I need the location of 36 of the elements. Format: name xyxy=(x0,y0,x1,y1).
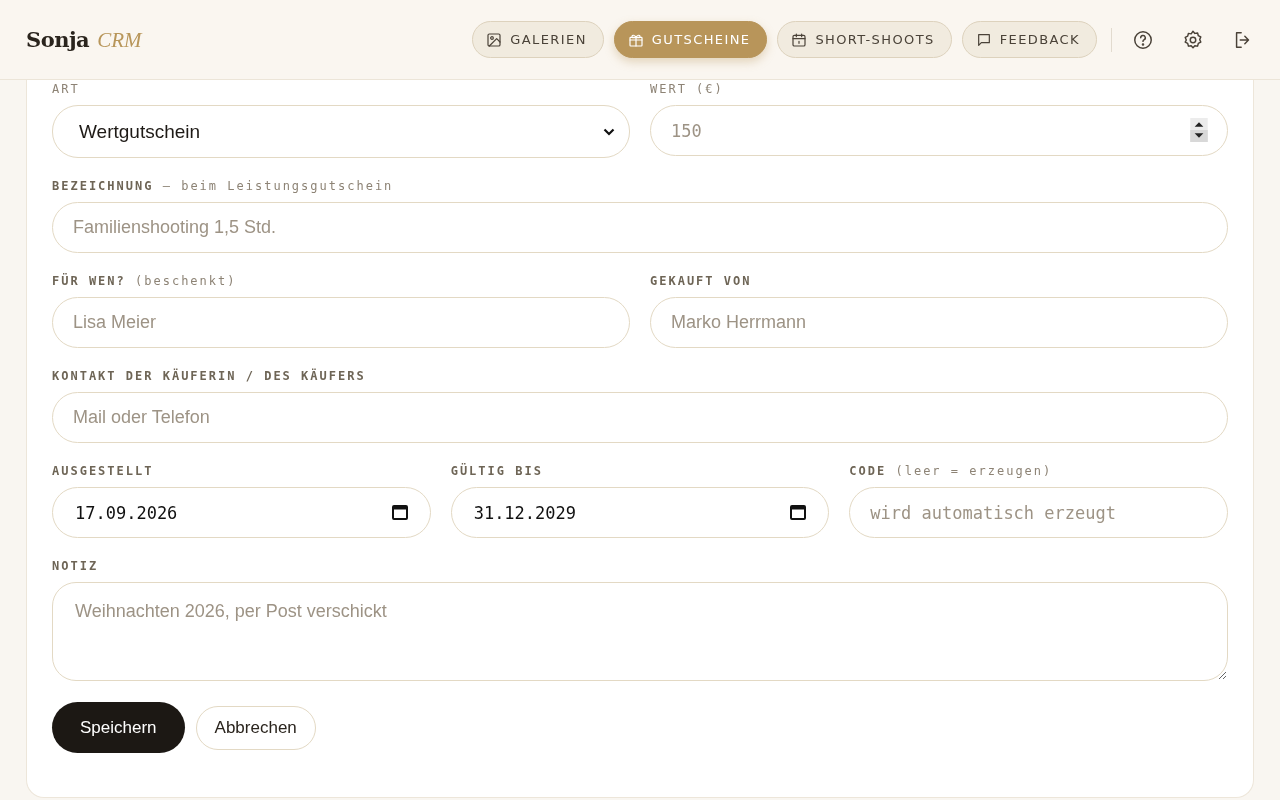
note-field[interactable]: Weihnachten 2026, per Post verschickt xyxy=(52,582,1228,681)
calendar-icon[interactable] xyxy=(789,503,808,521)
chat-icon xyxy=(975,31,992,48)
date-field[interactable]: 17.09.2026 xyxy=(52,487,431,538)
calendar-icon[interactable] xyxy=(390,503,409,521)
text-field[interactable]: Familienshooting 1,5 Std. xyxy=(52,202,1228,253)
type-select[interactable]: Wertgutschein xyxy=(52,105,630,158)
text-field[interactable]: Mail oder Telefon xyxy=(52,392,1228,443)
nav-tab[interactable]: FEEDBACK xyxy=(961,21,1097,58)
field-label: BEZEICHNUNG — beim Leistungsgutschein xyxy=(52,179,395,193)
text-field[interactable]: Lisa Meier xyxy=(52,297,630,348)
number-field[interactable]: 150 xyxy=(650,105,1228,156)
field-label: ART xyxy=(52,82,81,96)
calendar-icon xyxy=(791,31,808,48)
field-label: CODE (leer = erzeugen) xyxy=(849,464,1054,478)
brand-suffix: CRM xyxy=(97,27,142,53)
field-label: AUSGESTELLT xyxy=(52,464,155,478)
field-label: FÜR WEN? (beschenkt) xyxy=(52,274,238,288)
field-label: GÜLTIG BIS xyxy=(450,464,544,478)
code-field[interactable]: wird automatisch erzeugt xyxy=(849,487,1228,538)
help-icon[interactable] xyxy=(1132,28,1154,51)
field-label: GEKAUFT VON xyxy=(650,274,753,288)
chevron-down-icon xyxy=(603,127,615,136)
field-label: WERT (€) xyxy=(650,82,725,96)
nav-tab[interactable]: SHORT-SHOOTS xyxy=(777,21,952,58)
field-label: KONTAKT DER KÄUFERIN / DES KÄUFERS xyxy=(52,369,367,383)
text-field[interactable]: Marko Herrmann xyxy=(650,297,1228,348)
nav-tab[interactable]: GALERIEN xyxy=(472,21,604,58)
date-field[interactable]: 31.12.2029 xyxy=(450,487,830,538)
cancel-button[interactable]: Abbrechen xyxy=(195,705,316,750)
settings-icon[interactable] xyxy=(1182,28,1204,51)
field-label: NOTIZ xyxy=(52,559,100,573)
brand-name: Sonja xyxy=(26,26,90,52)
image-icon xyxy=(486,31,503,48)
spinner-icon[interactable] xyxy=(1190,118,1208,142)
save-button[interactable]: Speichern xyxy=(52,702,185,753)
